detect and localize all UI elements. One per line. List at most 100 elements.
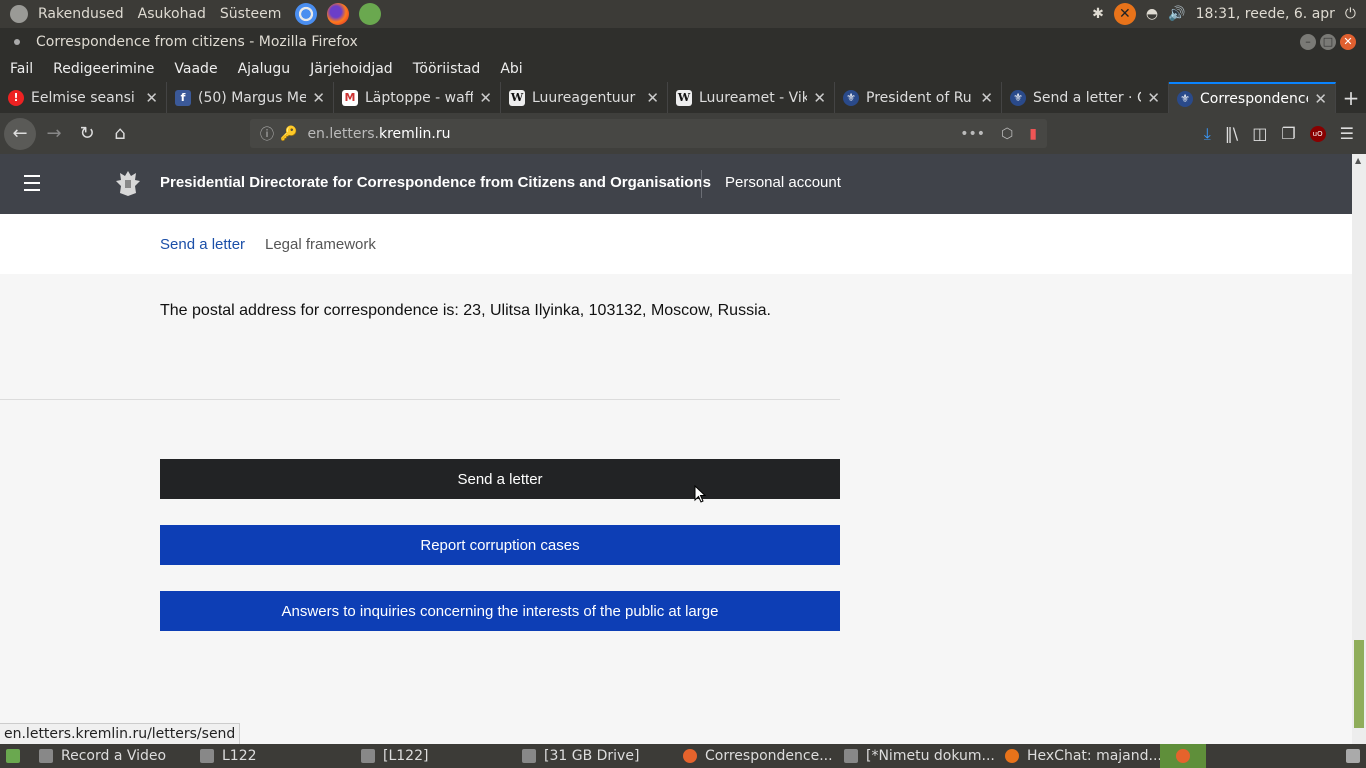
refresh-launcher-icon[interactable] [359,3,382,25]
close-tab-icon[interactable]: ✕ [646,89,659,107]
tab-president[interactable]: ⚜ President of Ru ✕ [835,82,1002,113]
personal-account-link[interactable]: Personal account [725,174,841,191]
library-icon[interactable]: ‖\ [1225,124,1238,143]
home-icon[interactable]: ⌂ [105,119,135,149]
workspace-switcher[interactable] [1160,744,1206,768]
russian-emblem-icon[interactable] [114,168,142,198]
send-letter-button[interactable]: Send a letter [160,459,840,499]
taskbar-item[interactable]: [31 GB Drive] [516,744,677,768]
menu-tools[interactable]: Tööriistad [413,61,481,77]
taskbar-label: [31 GB Drive] [544,748,640,764]
clock[interactable]: 18:31, reede, 6. apr [1196,6,1335,22]
back-arrow-icon[interactable]: ← [4,117,36,150]
forward-arrow-icon[interactable]: → [39,119,69,149]
pocket-icon[interactable]: ⬡ [1001,126,1013,142]
close-tab-icon[interactable]: ✕ [479,89,492,107]
subnav-legal-framework[interactable]: Legal framework [265,236,376,253]
url-host: kremlin.ru [378,125,451,142]
navigation-bar: ← → ↻ ⌂ ⓘ 🔑 en.letters. kremlin.ru ••• ⬡ … [0,113,1366,154]
firefox-launcher-icon[interactable] [327,3,350,25]
mouse-cursor-icon [694,485,706,503]
tab-send-letter[interactable]: ⚜ Send a letter · C ✕ [1002,82,1169,113]
window-titlebar: Correspondence from citizens - Mozilla F… [0,28,1366,55]
scrollbar-thumb[interactable] [1354,640,1364,728]
close-window-icon[interactable]: ✕ [1340,33,1356,50]
minimize-icon[interactable]: – [1300,33,1316,50]
taskbar-item[interactable]: L122 [194,744,355,768]
taskbar-label: Record a Video [61,748,167,764]
sub-navigation: Send a letter Legal framework [0,214,1352,274]
volume-icon[interactable]: 🔊 [1168,6,1185,22]
hexchat-tray-icon[interactable]: ✕ [1113,3,1136,25]
taskbar-label: L122 [222,748,257,764]
page-actions-icon[interactable]: ••• [960,126,985,142]
sidebar-icon[interactable]: ◫ [1252,124,1267,143]
show-desktop-icon[interactable] [0,744,33,768]
power-icon[interactable]: ⏻ [1345,6,1356,22]
close-tab-icon[interactable]: ✕ [145,89,158,107]
menu-edit[interactable]: Redigeerimine [53,61,154,77]
maximize-icon[interactable]: □ [1320,33,1336,50]
info-icon[interactable]: ⓘ [260,124,274,144]
page-viewport: Presidential Directorate for Corresponde… [0,154,1352,744]
screenshot-icon[interactable]: ❐ [1281,124,1295,143]
bluetooth-icon[interactable]: ✱ [1092,6,1104,22]
close-tab-icon[interactable]: ✕ [813,89,826,107]
tab-label: Luureagentuur - [532,89,641,106]
close-tab-icon[interactable]: ✕ [980,89,993,107]
menu-bookmarks[interactable]: Järjehoidjad [310,61,393,77]
tab-correspondence[interactable]: ⚜ Correspondence ✕ [1169,82,1336,113]
close-tab-icon[interactable]: ✕ [1314,90,1327,108]
record-icon [39,749,53,763]
taskbar-item[interactable]: [*Nimetu dokum... [838,744,999,768]
taskbar-label: Correspondence... [705,748,833,764]
tab-wikipedia-1[interactable]: W Luureagentuur - ✕ [501,82,668,113]
url-bar[interactable]: ⓘ 🔑 en.letters. kremlin.ru ••• ⬡ ▮ [250,119,1047,148]
site-title[interactable]: Presidential Directorate for Corresponde… [160,174,711,191]
kremlin-icon: ⚜ [1177,90,1193,107]
tab-session-restore[interactable]: ! Eelmise seansi t ✕ [0,82,167,113]
reload-icon[interactable]: ↻ [72,119,102,149]
site-header: Presidential Directorate for Corresponde… [0,154,1352,214]
taskbar-item[interactable]: [L122] [355,744,516,768]
tab-label: President of Ru [866,89,972,106]
tab-laptops[interactable]: M Läptoppe - waff ✕ [334,82,501,113]
hamburger-menu-icon[interactable]: ☰ [1340,124,1354,143]
menu-places[interactable]: Asukohad [138,6,206,22]
public-answers-button[interactable]: Answers to inquiries concerning the inte… [160,591,840,631]
menu-system[interactable]: Süsteem [220,6,281,22]
scroll-up-icon[interactable]: ▲ [1355,156,1361,165]
folder-icon [200,749,214,763]
site-menu-icon[interactable] [24,175,40,191]
tab-strip: ! Eelmise seansi t ✕ f (50) Margus Mei ✕… [0,82,1366,113]
ubuntu-logo-icon[interactable] [10,5,28,23]
status-url: en.letters.kremlin.ru/letters/send [0,723,241,744]
tab-wikipedia-2[interactable]: W Luureamet - Vik ✕ [668,82,835,113]
menu-help[interactable]: Abi [500,61,522,77]
extension-icon[interactable]: ▮ [1029,126,1037,142]
menu-view[interactable]: Vaade [174,61,217,77]
ublock-icon[interactable]: uO [1309,125,1326,142]
folder-icon [361,749,375,763]
gmail-icon: M [342,89,358,106]
chromium-launcher-icon[interactable] [295,3,318,25]
menu-history[interactable]: Ajalugu [238,61,291,77]
taskbar-label: HexChat: majand... [1027,748,1160,764]
tab-facebook[interactable]: f (50) Margus Mei ✕ [167,82,334,113]
url-prefix: en.letters. [307,125,379,142]
new-tab-icon[interactable]: + [1336,82,1366,113]
wifi-icon[interactable]: ◓ [1146,6,1158,22]
menu-applications[interactable]: Rakendused [38,6,124,22]
report-corruption-button[interactable]: Report corruption cases [160,525,840,565]
close-tab-icon[interactable]: ✕ [312,89,325,107]
close-tab-icon[interactable]: ✕ [1147,89,1160,107]
taskbar-item[interactable]: Correspondence... [677,744,838,768]
taskbar-item[interactable]: Record a Video [33,744,194,768]
taskbar-label: [L122] [383,748,429,764]
download-icon[interactable]: ⤓ [1204,124,1211,144]
menu-file[interactable]: Fail [10,61,33,77]
taskbar-item[interactable]: HexChat: majand... [999,744,1160,768]
trash-icon[interactable] [1340,744,1366,768]
subnav-send-letter[interactable]: Send a letter [160,236,245,253]
page-scrollbar[interactable]: ▲ [1352,154,1366,744]
